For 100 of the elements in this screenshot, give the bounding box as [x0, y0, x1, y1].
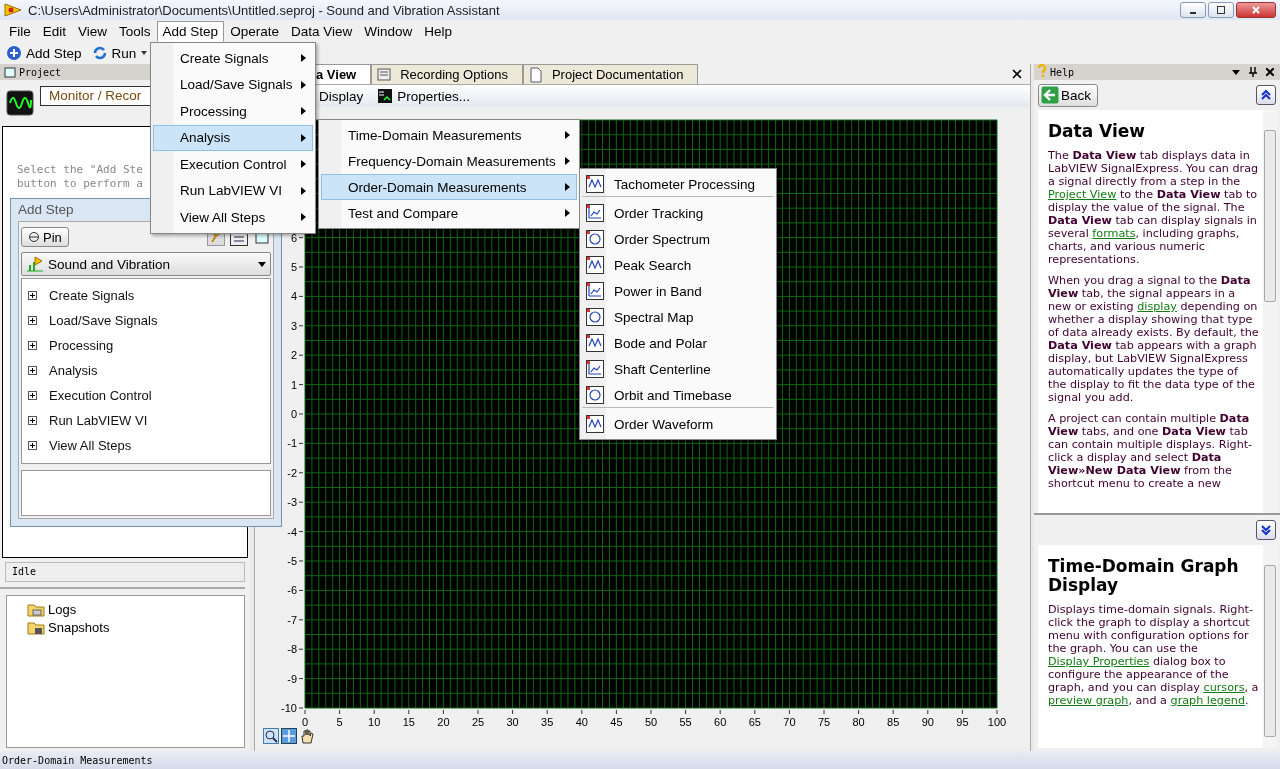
tree-item[interactable]: Snapshots — [48, 619, 110, 635]
chart-icon — [586, 415, 604, 433]
scrollbar[interactable] — [1263, 110, 1277, 513]
waveform-icon — [6, 90, 34, 116]
tree-item[interactable]: Load/Save Signals — [49, 313, 158, 328]
chart-icon — [586, 360, 604, 378]
expander-icon[interactable] — [28, 416, 37, 425]
expander-icon[interactable] — [28, 391, 37, 400]
menu-item[interactable]: Spectral Map — [582, 304, 774, 330]
expander-icon[interactable] — [28, 366, 37, 375]
chart-icon — [586, 204, 604, 222]
tree-item[interactable]: Logs — [48, 601, 77, 617]
tick-label: -3 — [287, 496, 297, 509]
expander-icon[interactable] — [28, 441, 37, 450]
tab[interactable]: Recording Options — [371, 64, 523, 84]
tick-label: 65 — [748, 716, 761, 728]
hint-text: button to perform a — [17, 177, 143, 191]
app-logo-icon — [4, 2, 22, 18]
toolbar-button[interactable]: Add Step — [3, 44, 85, 62]
display-button[interactable]: Display — [317, 88, 366, 104]
menu-item[interactable]: Order Tracking — [582, 200, 774, 226]
menu-item[interactable]: Run LabVIEW VI — [153, 177, 313, 204]
menu-item[interactable]: Edit — [36, 20, 73, 42]
menu-item[interactable]: Power in Band — [582, 278, 774, 304]
close-icon[interactable] — [1012, 69, 1022, 79]
close-icon[interactable] — [1266, 68, 1274, 76]
help-link[interactable]: formats — [1092, 227, 1136, 240]
properties-button[interactable]: Properties... — [375, 88, 473, 104]
hand-icon[interactable] — [299, 728, 315, 744]
menu-item[interactable]: Window — [358, 20, 419, 42]
status-field: Idle — [5, 562, 245, 582]
palette-icon — [26, 256, 44, 272]
maximize-button[interactable] — [1208, 2, 1234, 18]
expander-icon[interactable] — [28, 316, 37, 325]
menu-item[interactable]: Execution Control — [153, 151, 313, 178]
help-paragraph: Displays time-domain signals. Right-click the graph to display a shortcut menu with configuration options for the graph. You can use the Display Properties dialog box to configure the appearance of the graph, and you can display cursors, a preview graph, and a graph legend. — [1048, 603, 1259, 707]
submenu-arrow-icon — [301, 107, 306, 116]
tick-label: 85 — [887, 716, 900, 728]
zoom-icon[interactable] — [263, 728, 279, 744]
status-text: Order-Domain Measurements — [2, 754, 153, 766]
expander-icon[interactable] — [28, 291, 37, 300]
menu-item[interactable]: Tools — [113, 20, 157, 42]
menu-item[interactable]: Add Step — [156, 20, 225, 42]
help-link[interactable]: Project View — [1048, 188, 1117, 201]
hint-text: Select the "Add Ste — [17, 163, 143, 177]
menu-item[interactable]: View — [72, 20, 114, 42]
menu-item[interactable]: Peak Search — [582, 252, 774, 278]
minimize-button[interactable] — [1180, 2, 1206, 18]
menu-item[interactable]: Data View — [284, 20, 359, 42]
menu-item[interactable]: Analysis — [153, 124, 313, 151]
menu-item[interactable]: Test and Compare — [321, 200, 577, 226]
palette-dropdown[interactable]: Sound and Vibration — [21, 252, 271, 276]
crosshair-icon[interactable] — [281, 728, 297, 744]
tree-item[interactable]: Run LabVIEW VI — [49, 413, 148, 428]
pane-title: Project — [19, 66, 62, 78]
expand-button[interactable] — [1256, 520, 1276, 540]
tree-item[interactable]: Analysis — [49, 363, 98, 378]
back-button[interactable]: Back — [1038, 83, 1098, 107]
pin-button[interactable]: Pin — [21, 227, 69, 247]
submenu-arrow-icon — [565, 157, 570, 165]
collapse-button[interactable] — [1256, 85, 1276, 105]
properties-icon — [377, 88, 394, 104]
tree-item[interactable]: View All Steps — [49, 438, 132, 453]
submenu-arrow-icon — [301, 186, 306, 195]
help-link[interactable]: display — [1137, 300, 1177, 313]
submenu-arrow-icon — [565, 131, 570, 139]
scrollbar[interactable] — [1263, 545, 1277, 748]
menu-item[interactable]: Bode and Polar — [582, 330, 774, 356]
submenu-arrow-icon — [301, 213, 306, 222]
menu-item[interactable]: Tachometer Processing — [582, 171, 774, 197]
pin-icon[interactable] — [1249, 67, 1257, 77]
menu-item[interactable]: Help — [418, 20, 458, 42]
menu-item[interactable]: View All Steps — [153, 204, 313, 231]
tick-label: 70 — [783, 716, 796, 728]
close-button[interactable] — [1236, 2, 1276, 18]
tick-label: -7 — [287, 613, 297, 626]
double-chevron-up-icon — [1260, 89, 1272, 101]
tab[interactable]: Project Documentation — [522, 64, 699, 84]
menu-item[interactable]: Order Spectrum — [582, 226, 774, 252]
help-link[interactable]: graph legend — [1170, 694, 1246, 707]
help-link[interactable]: Display Properties — [1048, 655, 1150, 668]
tree-item[interactable]: Processing — [49, 338, 114, 353]
menu-item[interactable]: File — [3, 20, 37, 42]
double-chevron-down-icon — [1260, 524, 1272, 536]
tree-item[interactable]: Create Signals — [49, 288, 135, 303]
tick-label: 50 — [644, 716, 658, 728]
expander-icon[interactable] — [28, 341, 37, 350]
help-paragraph: The Data View tab displays data in LabVIEW SignalExpress. You can drag a signal directly from a step in the Project View to the Data View tab to display the value of the signal. The Data View tab can display signals in several formats, including graphs, charts, and various numeric representations. — [1048, 149, 1259, 266]
dropdown-icon[interactable] — [1232, 68, 1240, 76]
menu-item[interactable]: Shaft Centerline — [582, 356, 774, 382]
menu-item[interactable]: Order-Domain Measurements — [321, 174, 577, 200]
menu-item[interactable]: Time-Domain Measurements — [321, 122, 577, 148]
toolbar-button[interactable]: Run — [88, 44, 152, 62]
menu-item[interactable]: Operate — [224, 20, 285, 42]
chart-icon — [586, 308, 604, 326]
menu-item[interactable]: Order Waveform — [582, 411, 774, 437]
tree-item[interactable]: Execution Control — [49, 388, 152, 403]
menu-item[interactable]: Orbit and Timebase — [582, 382, 774, 408]
chart-icon — [586, 256, 604, 274]
menu-item[interactable]: Frequency-Domain Measurements — [321, 148, 577, 174]
